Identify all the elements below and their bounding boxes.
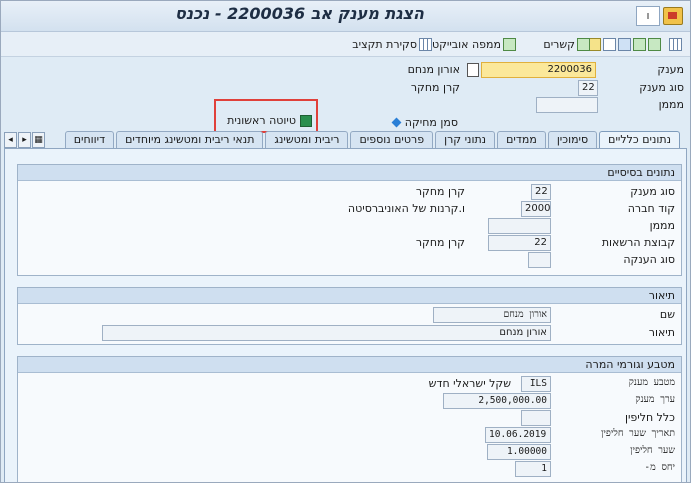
toolbar-label-budget-overview: סקירת תקציב [352, 37, 417, 51]
auth-group-label: קבוצת הרשאות [601, 236, 675, 249]
sponsor-field[interactable] [536, 97, 598, 113]
copy-icon[interactable] [633, 37, 646, 51]
exchange-rule-label: כלל חליפין [624, 411, 675, 424]
table-icon[interactable] [669, 37, 682, 51]
tab-list-button[interactable]: ▦ [32, 132, 45, 148]
relationships-icon [577, 37, 590, 51]
grant-label: מענק [657, 63, 684, 76]
deletion-flag[interactable]: סמן מחיקה [391, 116, 458, 129]
basic-grant-type-description: קרן מחקר [415, 185, 465, 198]
highlight-annotation [214, 99, 318, 133]
window-title: הצגת מענק אב 2200036 - נכנס [174, 4, 424, 23]
grant-type-description: קרן מחקר [410, 81, 460, 94]
create-icon[interactable] [648, 37, 661, 51]
title-bar: ו הצגת מענק אב 2200036 - נכנס [1, 1, 690, 32]
grant-search-icon[interactable] [467, 63, 479, 77]
ratio-from-label: יחס מ- [644, 462, 675, 473]
tab-reports[interactable]: דיווחים [64, 131, 115, 148]
application-toolbar: קשרים ממפה אובייקט סקירת תקציב [1, 32, 690, 57]
auth-group-field[interactable]: 22 [488, 235, 551, 251]
basic-grant-type-label: סוג מענק [630, 185, 675, 198]
ratio-from-field[interactable]: 1 [515, 461, 551, 477]
system-menu-button[interactable]: ו [636, 6, 660, 26]
company-code-label: קוד חברה [627, 202, 675, 215]
tab-references[interactable]: סימוכין [547, 131, 598, 148]
exchange-rule-field[interactable] [521, 410, 551, 426]
toolbar-object-mapper-button[interactable]: ממפה אובייקט [432, 36, 516, 52]
exchange-rate-label: שער חליפין [630, 445, 675, 456]
exchange-rate-field[interactable]: 1.00000 [487, 444, 551, 460]
toolbar-icon-group [588, 36, 682, 52]
sap-window: ו הצגת מענק אב 2200036 - נכנס קשרים ממפה… [0, 0, 691, 483]
tab-scroll-right-button[interactable]: ▸ [18, 132, 31, 148]
tab-special-interest-matching[interactable]: תנאי ריבית ומטשינג מיוחדים [116, 131, 264, 148]
object-mapper-icon [503, 37, 516, 51]
general-data-panel: נתונים בסיסיים סוג מענק 22 קרן מחקר קוד … [4, 148, 687, 482]
toolbar-relationships-button[interactable]: קשרים [543, 36, 590, 52]
toolbar-label-object-mapper: ממפה אובייקט [431, 37, 501, 51]
tab-dimensions[interactable]: ממדים [497, 131, 546, 148]
rate-date-field[interactable]: 10.06.2019 [485, 427, 551, 443]
toolbar-label-relationships: קשרים [543, 37, 575, 51]
basic-sponsor-label: מממן [649, 219, 675, 232]
deletion-flag-label: סמן מחיקה [404, 116, 458, 129]
basic-data-title: נתונים בסיסיים [18, 165, 681, 181]
currency-title: מטבע וגורמי המרה [18, 357, 681, 373]
currency-label: מטבע מענק [628, 377, 675, 388]
grant-value-label: ערך מענק [635, 394, 675, 405]
sap-logo-icon[interactable] [663, 7, 683, 25]
document-icon[interactable] [603, 37, 616, 51]
currency-field[interactable]: ILS [521, 376, 551, 392]
grant-type-field[interactable]: 22 [578, 80, 598, 96]
tab-interest-matching[interactable]: ריבית ומטשינג [265, 131, 349, 148]
currency-group: מטבע וגורמי המרה מטבע מענק ILS שקל ישראל… [17, 356, 682, 482]
sponsor-label: מממן [658, 98, 684, 111]
toolbar-budget-overview-button[interactable]: סקירת תקציב [352, 36, 432, 52]
basic-grant-type-field[interactable]: 22 [531, 184, 551, 200]
description-field[interactable]: אורון מנחם [102, 325, 551, 341]
company-code-field[interactable]: 2000 [521, 201, 551, 217]
tab-additional-details[interactable]: פרטים נוספים [350, 131, 434, 148]
award-type-label: סוג הענקה [623, 253, 675, 266]
basic-data-group: נתונים בסיסיים סוג מענק 22 קרן מחקר קוד … [17, 164, 682, 276]
status-diamond-icon [391, 117, 402, 128]
grant-value-field[interactable]: 2,500,000.00 [443, 393, 551, 409]
name-field[interactable]: אורון מנחם [433, 307, 551, 323]
grant-type-label: סוג מענק [639, 81, 684, 94]
description-group: תיאור שם אורון מנחם תיאור אורון מנחם [17, 287, 682, 345]
award-type-field[interactable] [528, 252, 551, 268]
tab-strip: נתונים כלליים סימוכין ממדים נתוני קרן פר… [49, 131, 690, 148]
grant-number-field[interactable]: 2200036 [481, 62, 596, 78]
company-code-description: ו.קרנות של האוניברסיטה [347, 202, 465, 215]
tab-fund-data[interactable]: נתוני קרן [435, 131, 496, 148]
budget-overview-icon [419, 37, 432, 51]
name-label: שם [659, 308, 675, 321]
currency-description: שקל ישראלי חדש [428, 377, 511, 390]
tab-general-data[interactable]: נתונים כלליים [599, 131, 680, 148]
description-label: תיאור [648, 326, 675, 339]
description-title: תיאור [18, 288, 681, 304]
rate-date-label: תאריך שער חליפין [601, 428, 675, 439]
grant-owner-label: אורון מנחם [407, 63, 460, 76]
auth-group-description: קרן מחקר [415, 236, 465, 249]
basic-sponsor-field[interactable] [488, 218, 551, 234]
edit-pencil-icon[interactable] [618, 37, 631, 51]
tab-scroll-left-button[interactable]: ◂ [4, 132, 17, 148]
